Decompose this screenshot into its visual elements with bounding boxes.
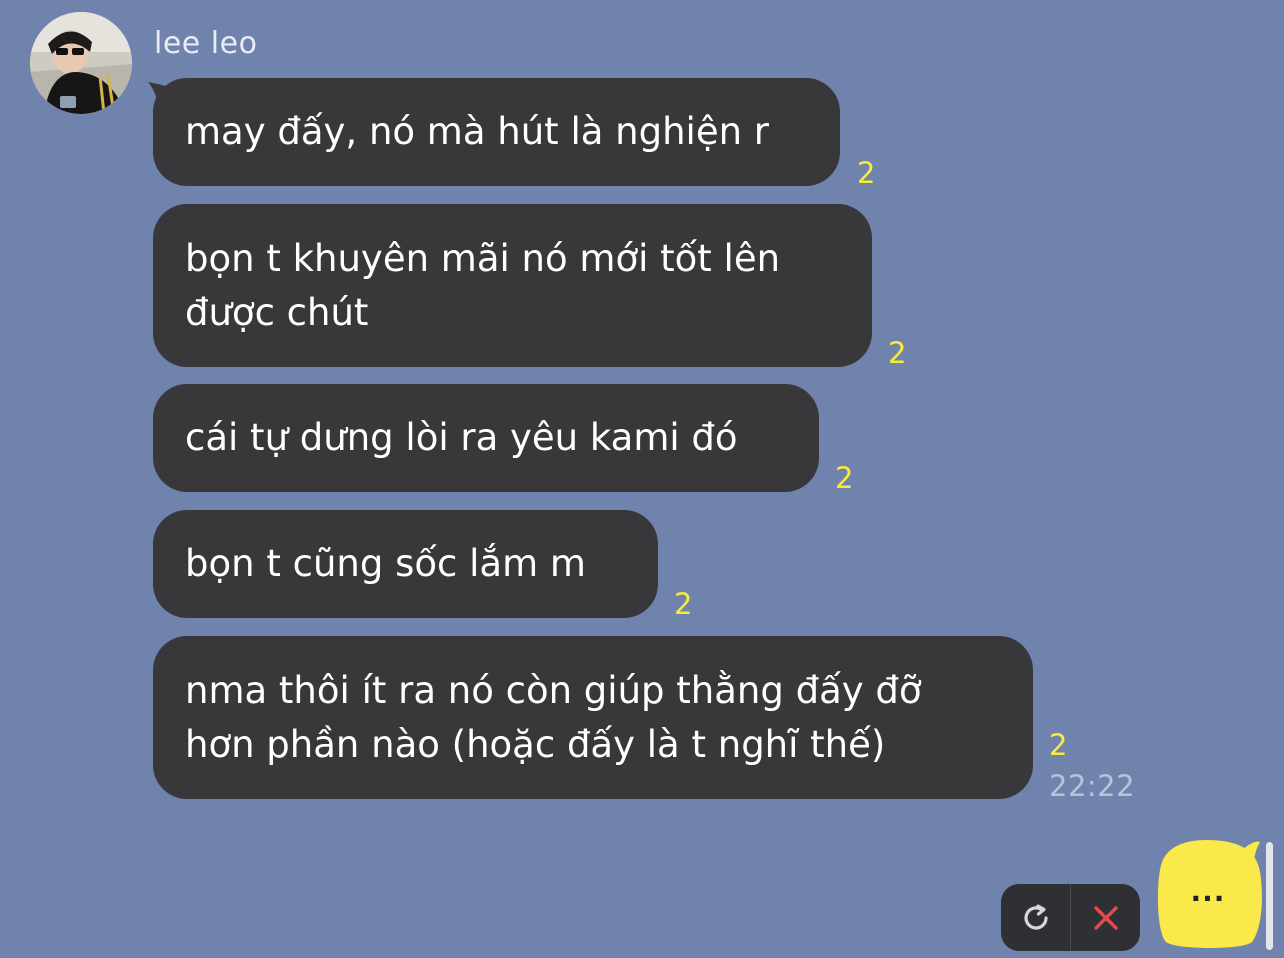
read-count: 2 bbox=[674, 587, 693, 621]
resend-button[interactable] bbox=[1001, 884, 1070, 951]
read-count: 2 bbox=[835, 461, 854, 495]
avatar-photo bbox=[30, 12, 132, 114]
typing-indicator: ··· bbox=[1190, 882, 1226, 915]
sender-avatar[interactable] bbox=[30, 12, 132, 114]
message-text: bọn t cũng sốc lắm m bbox=[185, 542, 586, 585]
scrollbar[interactable] bbox=[1266, 842, 1273, 950]
refresh-icon bbox=[1023, 903, 1048, 930]
message-text: may đấy, nó mà hút là nghiện r bbox=[185, 110, 770, 153]
read-count: 2 bbox=[857, 156, 876, 190]
message-text: bọn t khuyên mãi nó mới tốt lên được chú… bbox=[185, 236, 781, 334]
close-icon bbox=[1093, 905, 1118, 930]
sender-name: lee leo bbox=[154, 26, 258, 61]
read-count: 2 bbox=[888, 336, 907, 370]
message-text: nma thôi ít ra nó còn giúp thằng đấy đỡ … bbox=[185, 668, 922, 766]
message-bubble[interactable]: bọn t khuyên mãi nó mới tốt lên được chú… bbox=[153, 204, 872, 367]
message-bubble[interactable]: bọn t cũng sốc lắm m bbox=[153, 510, 658, 618]
message-text: cái tự dưng lòi ra yêu kami đó bbox=[185, 416, 738, 459]
failed-message-actions bbox=[1001, 884, 1140, 951]
message-bubble[interactable]: nma thôi ít ra nó còn giúp thằng đấy đỡ … bbox=[153, 636, 1033, 799]
message-bubble[interactable]: cái tự dưng lòi ra yêu kami đó bbox=[153, 384, 819, 492]
message-bubble[interactable]: may đấy, nó mà hút là nghiện r bbox=[153, 78, 840, 186]
message-timestamp: 22:22 bbox=[1049, 769, 1136, 803]
read-count: 2 bbox=[1049, 728, 1068, 762]
delete-failed-button[interactable] bbox=[1071, 884, 1140, 951]
